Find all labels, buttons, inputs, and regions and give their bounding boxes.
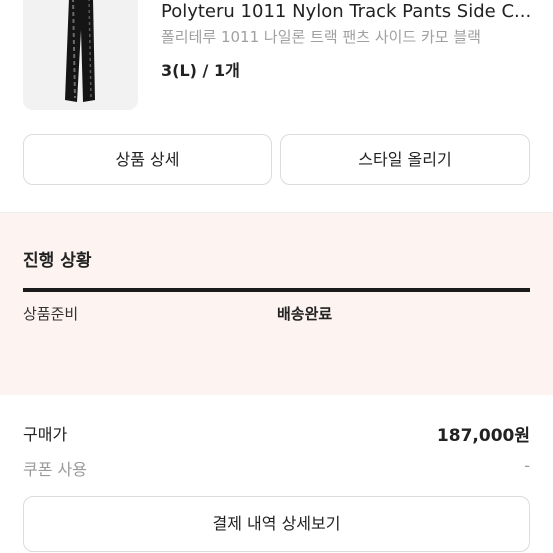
order-detail-page: Polyteru 1011 Nylon Track Pants Side C..… xyxy=(0,0,553,553)
product-summary[interactable]: Polyteru 1011 Nylon Track Pants Side C..… xyxy=(0,0,553,125)
progress-title: 진행 상황 xyxy=(23,251,92,271)
step-delivered: 배송완료 xyxy=(277,305,333,323)
payment-details-button[interactable]: 결제 내역 상세보기 xyxy=(23,496,530,552)
product-thumbnail[interactable] xyxy=(23,0,138,110)
upload-style-button[interactable]: 스타일 올리기 xyxy=(280,134,530,185)
purchase-price-label: 구매가 xyxy=(23,425,68,444)
coupon-label: 쿠폰 사용 xyxy=(23,460,87,479)
track-pants-icon xyxy=(65,0,95,102)
coupon-value: - xyxy=(524,456,530,475)
product-option: 3(L) / 1개 xyxy=(161,61,240,80)
purchase-price-value: 187,000원 xyxy=(436,426,530,446)
product-subtitle: 폴리테루 1011 나일론 트랙 팬츠 사이드 카모 블랙 xyxy=(161,28,481,46)
step-preparing: 상품준비 xyxy=(23,305,79,323)
progress-bar xyxy=(23,288,530,292)
product-name[interactable]: Polyteru 1011 Nylon Track Pants Side C..… xyxy=(161,0,533,24)
progress-section: 진행 상황 상품준비 배송완료 xyxy=(0,212,553,395)
product-detail-button[interactable]: 상품 상세 xyxy=(23,134,272,185)
